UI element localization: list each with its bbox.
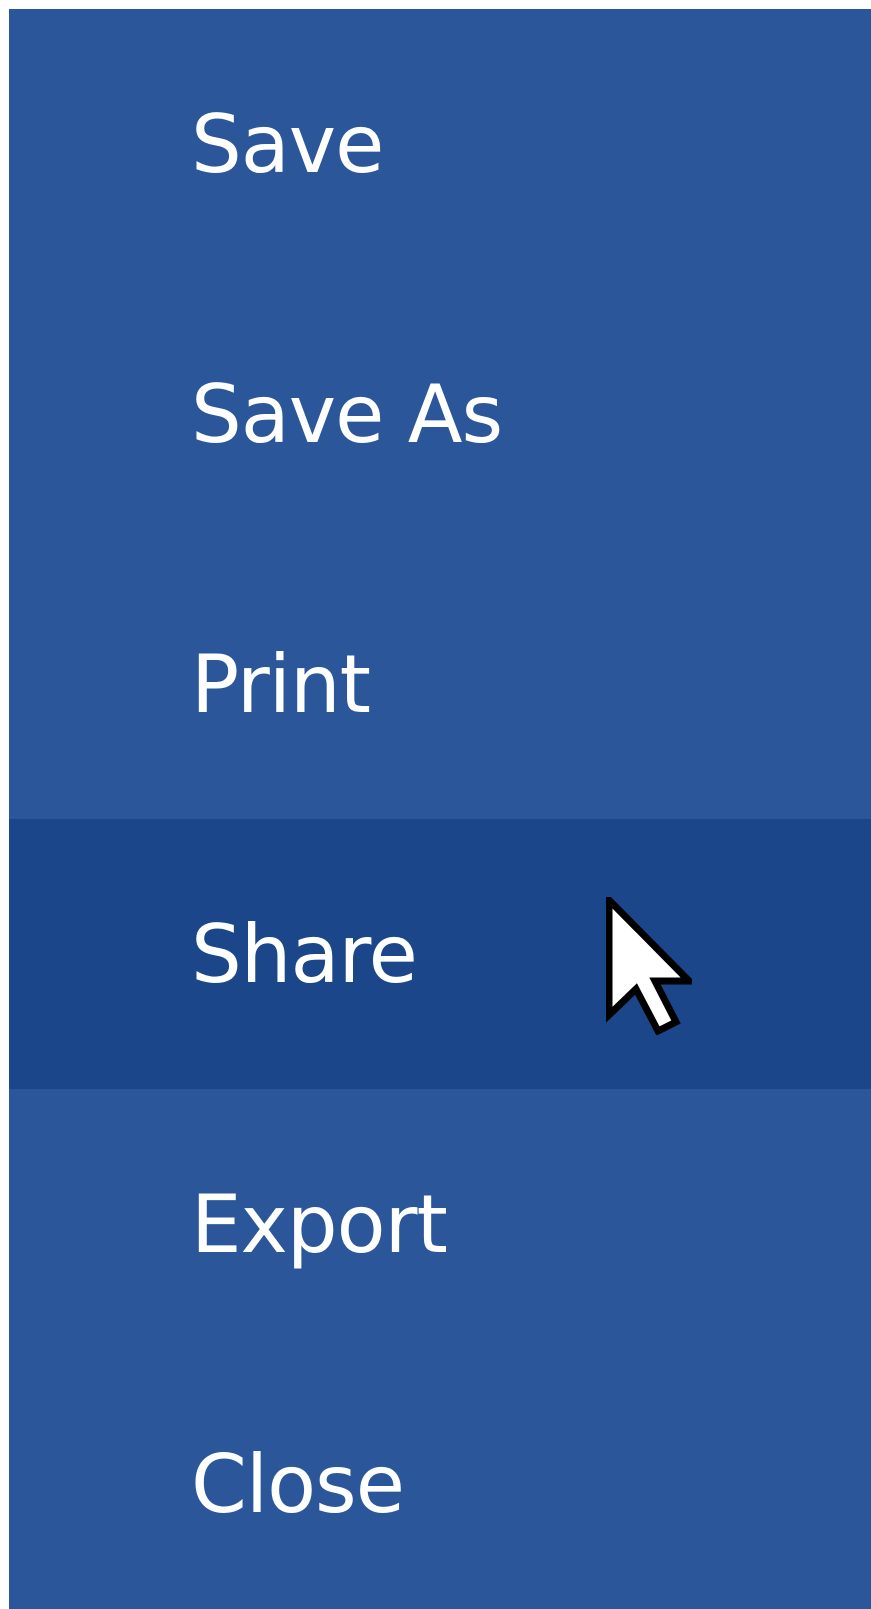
menu-item-print[interactable]: Print [9, 549, 871, 819]
menu-item-close[interactable]: Close [9, 1359, 871, 1609]
menu-item-label: Save [191, 97, 384, 191]
menu-item-label: Save As [191, 367, 503, 461]
menu-item-save[interactable]: Save [9, 9, 871, 279]
backstage-file-menu: Save Save As Print Share Export Close [9, 9, 871, 1609]
menu-item-share[interactable]: Share [9, 819, 871, 1089]
menu-item-label: Print [191, 637, 371, 731]
menu-item-label: Close [191, 1437, 405, 1531]
menu-item-label: Share [191, 907, 418, 1001]
menu-item-label: Export [191, 1177, 448, 1271]
menu-item-export[interactable]: Export [9, 1089, 871, 1359]
menu-item-save-as[interactable]: Save As [9, 279, 871, 549]
